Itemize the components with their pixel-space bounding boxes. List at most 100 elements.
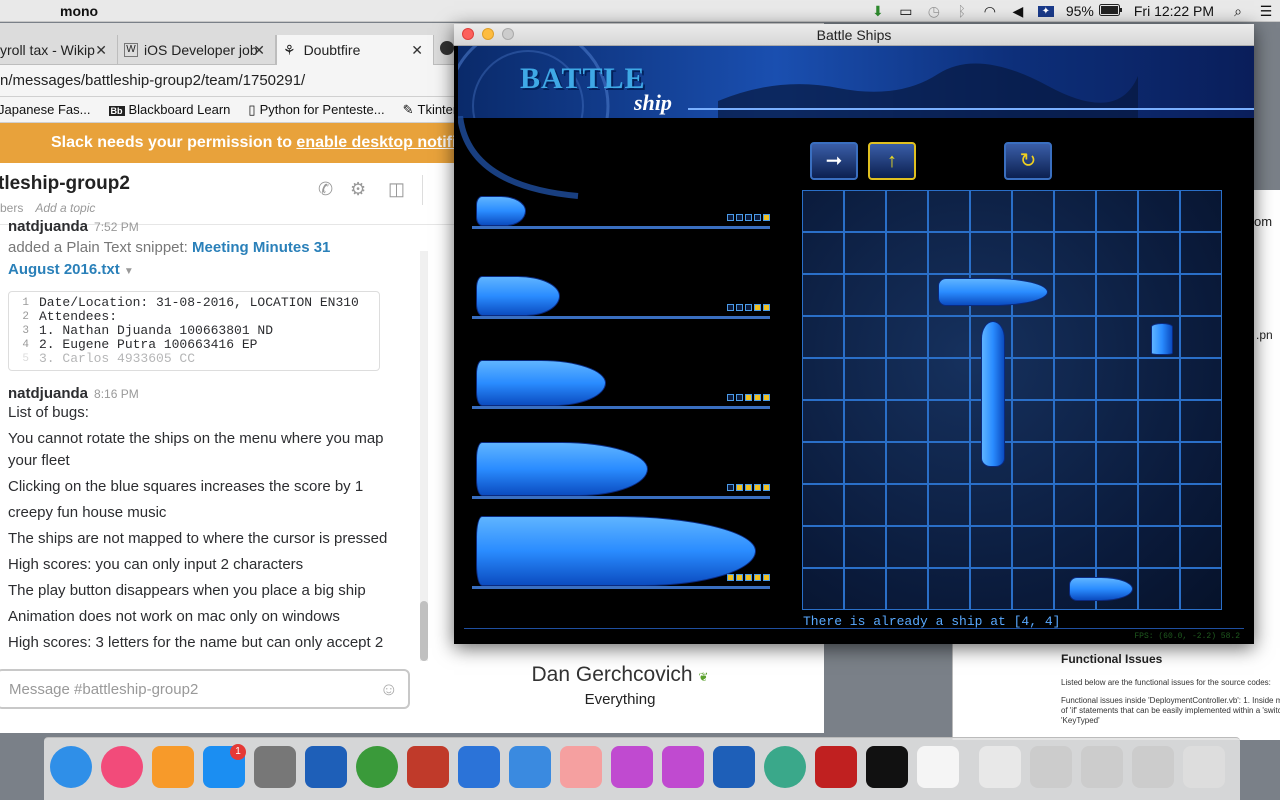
grid-cell[interactable]: [1180, 526, 1222, 568]
grid-cell[interactable]: [886, 232, 928, 274]
grid-cell[interactable]: [844, 442, 886, 484]
instruments-icon[interactable]: [509, 746, 551, 788]
grid-cell[interactable]: [844, 274, 886, 316]
bookmark-japanese[interactable]: Japanese Fas...: [0, 102, 91, 117]
emoji-icon[interactable]: ☺: [380, 679, 398, 700]
grid-cell[interactable]: [1138, 190, 1180, 232]
code-snippet[interactable]: 1 Date/Location: 31-08-2016, LOCATION EN3…: [8, 291, 380, 371]
grid-cell[interactable]: [844, 400, 886, 442]
grid-cell[interactable]: [1096, 190, 1138, 232]
sidebar-toggle-icon[interactable]: ◫: [388, 179, 405, 200]
settings-gear-icon[interactable]: ⚙: [350, 179, 366, 200]
grid-cell[interactable]: [886, 358, 928, 400]
spotlight-icon[interactable]: ⌕: [1224, 3, 1252, 20]
close-tab-icon[interactable]: ✕: [95, 42, 107, 59]
flower2-icon[interactable]: [662, 746, 704, 788]
grid-cell[interactable]: [886, 316, 928, 358]
grid-cell[interactable]: [928, 358, 970, 400]
selector-ship[interactable]: [476, 360, 606, 406]
grid-cell[interactable]: [1180, 400, 1222, 442]
grid-cell[interactable]: [1054, 526, 1096, 568]
message-input[interactable]: Message #battleship-group2 ☺: [0, 669, 410, 709]
bluetooth-icon[interactable]: ᛒ: [948, 3, 976, 19]
grid-cell[interactable]: [844, 190, 886, 232]
grid-cell[interactable]: [1138, 400, 1180, 442]
grid-cell[interactable]: [802, 442, 844, 484]
grid-cell[interactable]: [802, 190, 844, 232]
grid-cell[interactable]: [1054, 400, 1096, 442]
randomize-button[interactable]: ↻: [1004, 142, 1052, 180]
add-topic-link[interactable]: Add a topic: [35, 201, 95, 215]
grid-cell[interactable]: [1138, 274, 1180, 316]
grid-cell[interactable]: [844, 316, 886, 358]
selector-ship[interactable]: [476, 276, 560, 316]
placed-ship[interactable]: [1069, 577, 1133, 601]
grid-cell[interactable]: [1012, 190, 1054, 232]
scroll-thumb[interactable]: [420, 601, 428, 661]
grid-cell[interactable]: [844, 568, 886, 610]
grid-cell[interactable]: [970, 568, 1012, 610]
grid-cell[interactable]: [844, 232, 886, 274]
enable-notifications-link[interactable]: enable desktop notificat: [296, 134, 479, 152]
game-canvas[interactable]: BATTLE ship ➞ ↑ ↻ There is already a shi…: [454, 46, 1254, 644]
grid-cell[interactable]: [928, 232, 970, 274]
grid-cell[interactable]: [1138, 232, 1180, 274]
grid-cell[interactable]: [886, 190, 928, 232]
grid-cell[interactable]: [1180, 358, 1222, 400]
grid-cell[interactable]: [1054, 442, 1096, 484]
tab-doubtfire[interactable]: ⚘ Doubtfire ✕: [276, 35, 434, 65]
office-icon[interactable]: [407, 746, 449, 788]
xamarin-icon[interactable]: [560, 746, 602, 788]
place-horizontal-button[interactable]: ➞: [810, 142, 858, 180]
github-icon[interactable]: [440, 41, 454, 55]
grid-cell[interactable]: [928, 400, 970, 442]
grid-cell[interactable]: [886, 400, 928, 442]
grid-cell[interactable]: [1054, 274, 1096, 316]
itunes-icon[interactable]: [101, 746, 143, 788]
grid-cell[interactable]: [802, 484, 844, 526]
grid-cell[interactable]: [1096, 484, 1138, 526]
message-time[interactable]: 8:16 PM: [94, 387, 139, 401]
chrome-icon[interactable]: [356, 746, 398, 788]
grid-cell[interactable]: [1054, 232, 1096, 274]
grid-cell[interactable]: [1096, 358, 1138, 400]
grid-cell[interactable]: [1138, 568, 1180, 610]
grid-cell[interactable]: [1138, 358, 1180, 400]
message-time[interactable]: 7:52 PM: [94, 220, 139, 234]
close-tab-icon[interactable]: ✕: [253, 42, 265, 59]
flag-icon[interactable]: ✦: [1037, 5, 1054, 17]
player-grid[interactable]: [802, 190, 1222, 610]
battery-icon[interactable]: [1098, 3, 1124, 19]
channel-name[interactable]: tleship-group2: [0, 173, 130, 195]
grid-cell[interactable]: [802, 526, 844, 568]
minimize-window-button[interactable]: [482, 28, 494, 40]
grid-cell[interactable]: [1054, 316, 1096, 358]
grid-cell[interactable]: [1054, 190, 1096, 232]
folder3-icon[interactable]: [1132, 746, 1174, 788]
grid-cell[interactable]: [1054, 358, 1096, 400]
grid-cell[interactable]: [1012, 358, 1054, 400]
grid-cell[interactable]: [886, 484, 928, 526]
grid-cell[interactable]: [844, 526, 886, 568]
folder2-icon[interactable]: [1081, 746, 1123, 788]
openoffice-icon[interactable]: [305, 746, 347, 788]
call-icon[interactable]: ✆: [318, 179, 333, 200]
grid-cell[interactable]: [1096, 232, 1138, 274]
grid-cell[interactable]: [1138, 484, 1180, 526]
download-icon[interactable]: ⬇: [864, 3, 892, 20]
grid-cell[interactable]: [970, 526, 1012, 568]
zoom-window-button[interactable]: [502, 28, 514, 40]
xcode-icon[interactable]: [458, 746, 500, 788]
message-author[interactable]: natdjuanda: [8, 385, 88, 402]
flower-icon[interactable]: [611, 746, 653, 788]
clock[interactable]: Fri 12:22 PM: [1124, 3, 1224, 19]
grid-cell[interactable]: [1012, 442, 1054, 484]
finder-icon[interactable]: [50, 746, 92, 788]
grid-cell[interactable]: [928, 568, 970, 610]
grid-cell[interactable]: [1012, 400, 1054, 442]
selector-ship[interactable]: [476, 516, 756, 586]
close-tab-icon[interactable]: ✕: [411, 42, 423, 59]
grid-cell[interactable]: [928, 484, 970, 526]
close-window-button[interactable]: [462, 28, 474, 40]
grid-cell[interactable]: [886, 274, 928, 316]
